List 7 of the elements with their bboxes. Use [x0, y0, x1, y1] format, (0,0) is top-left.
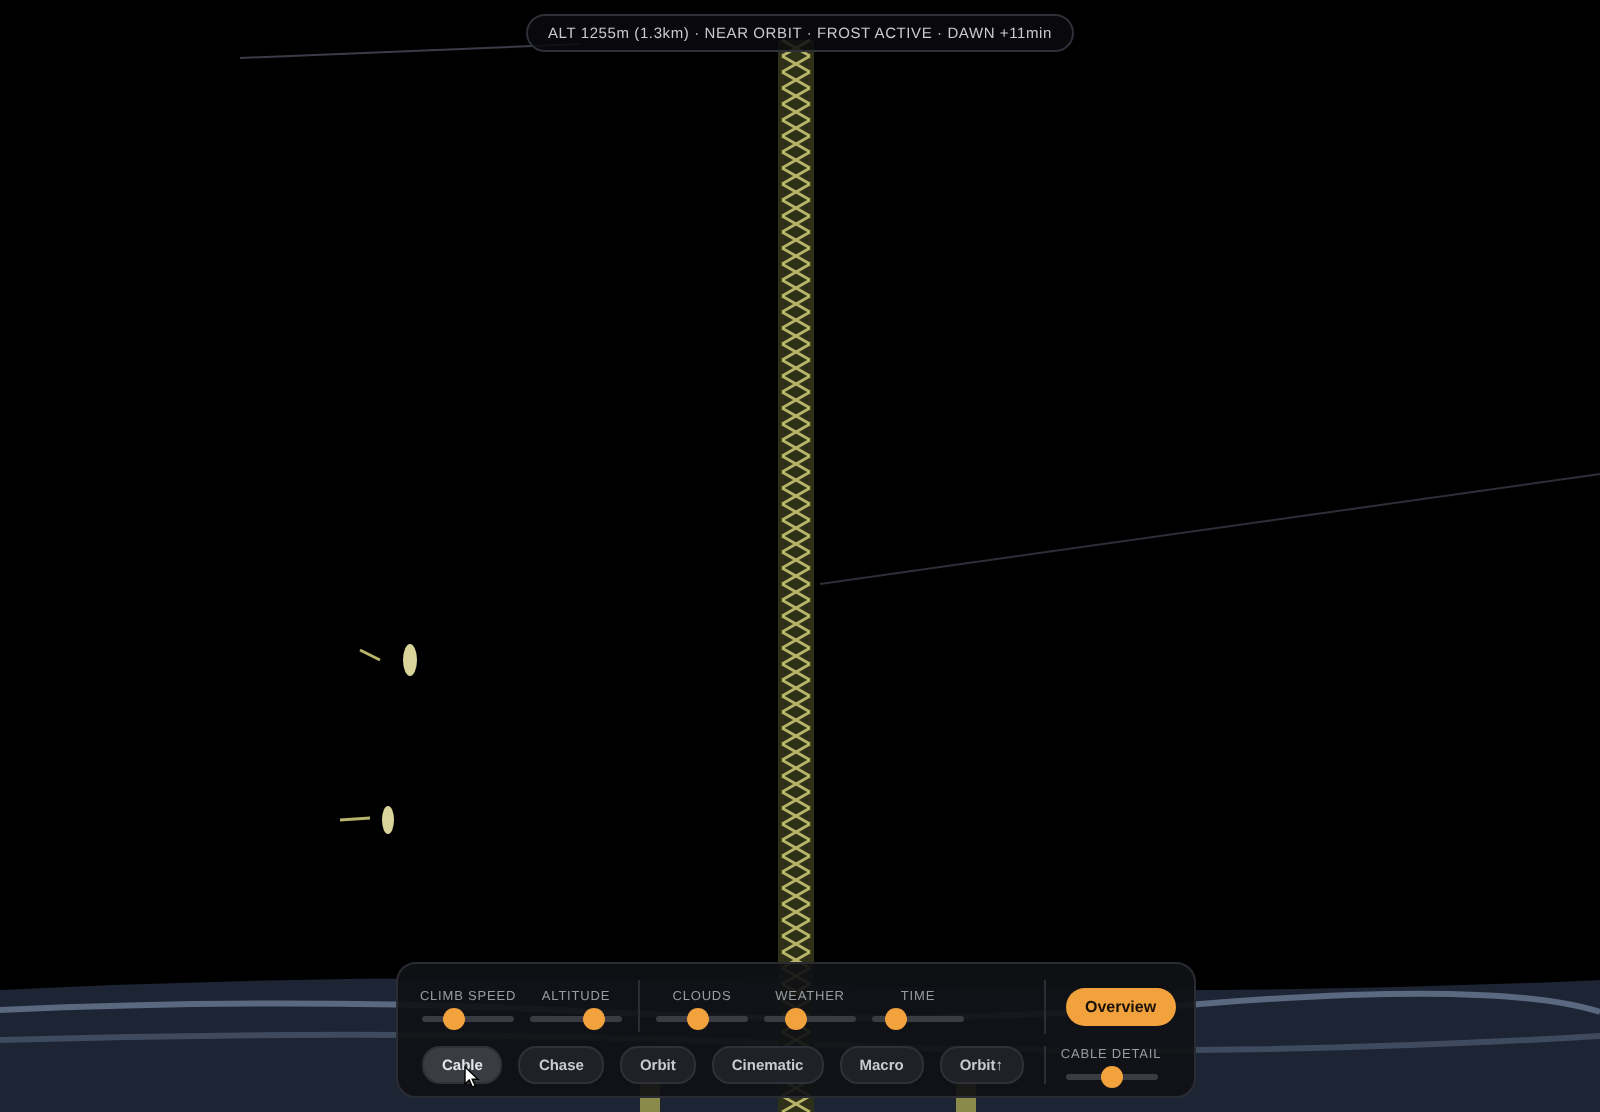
- slider-thumb[interactable]: [884, 1007, 906, 1030]
- slider-thumb[interactable]: [686, 1007, 709, 1030]
- overview-button[interactable]: Overview: [1065, 987, 1177, 1026]
- slider-thumb[interactable]: [583, 1007, 606, 1030]
- slider-thumb[interactable]: [443, 1007, 466, 1030]
- slider-thumb[interactable]: [785, 1007, 808, 1030]
- slider-thumb[interactable]: [1100, 1065, 1122, 1088]
